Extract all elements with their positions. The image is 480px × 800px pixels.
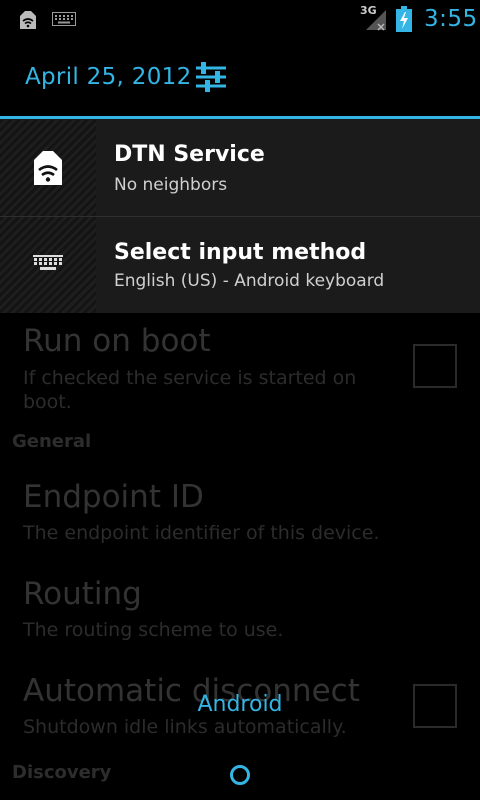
notification-dtn-service[interactable]: DTN Service No neighbors [0,120,480,216]
notification-input-method[interactable]: Select input method English (US) - Andro… [0,217,480,313]
pref-run-on-boot-summary: If checked the service is started on boo… [23,367,357,413]
date-label: April 25, 2012 [25,64,192,90]
pref-run-on-boot-title[interactable]: Run on boot [23,323,211,359]
notification-text: No neighbors [114,175,228,195]
notification-text: English (US) - Android keyboard [114,271,385,291]
dtn-notification-icon [20,11,36,29]
signal-icon [366,10,386,31]
pref-endpoint-title[interactable]: Endpoint ID [23,479,204,515]
notification-header: April 25, 2012 [0,38,480,117]
quick-settings-icon[interactable] [190,56,232,98]
run-on-boot-checkbox[interactable] [413,344,457,388]
category-general: General [12,431,92,452]
keyboard-icon [33,255,63,270]
clock: 3:55 [424,6,478,32]
toast-message: Android [197,692,283,717]
pref-endpoint-summary: The endpoint identifier of this device. [23,522,380,544]
notification-title: Select input method [114,240,367,265]
drag-handle-icon[interactable] [230,765,250,785]
notification-icon-box [0,217,96,313]
category-discovery: Discovery [12,762,112,783]
preferences-screen: Run on boot If checked the service is st… [0,313,480,800]
pref-auto-disconnect-summary: Shutdown idle links automatically. [23,716,347,738]
pref-routing-summary: The routing scheme to use. [23,619,284,641]
notification-title: DTN Service [114,142,265,167]
keyboard-icon [52,12,76,26]
notification-icon-box [0,120,96,216]
battery-charging-icon [396,6,412,32]
status-bar[interactable]: 3G 3:55 [0,0,480,38]
pref-routing-title[interactable]: Routing [23,576,142,612]
dtn-icon [34,151,62,185]
